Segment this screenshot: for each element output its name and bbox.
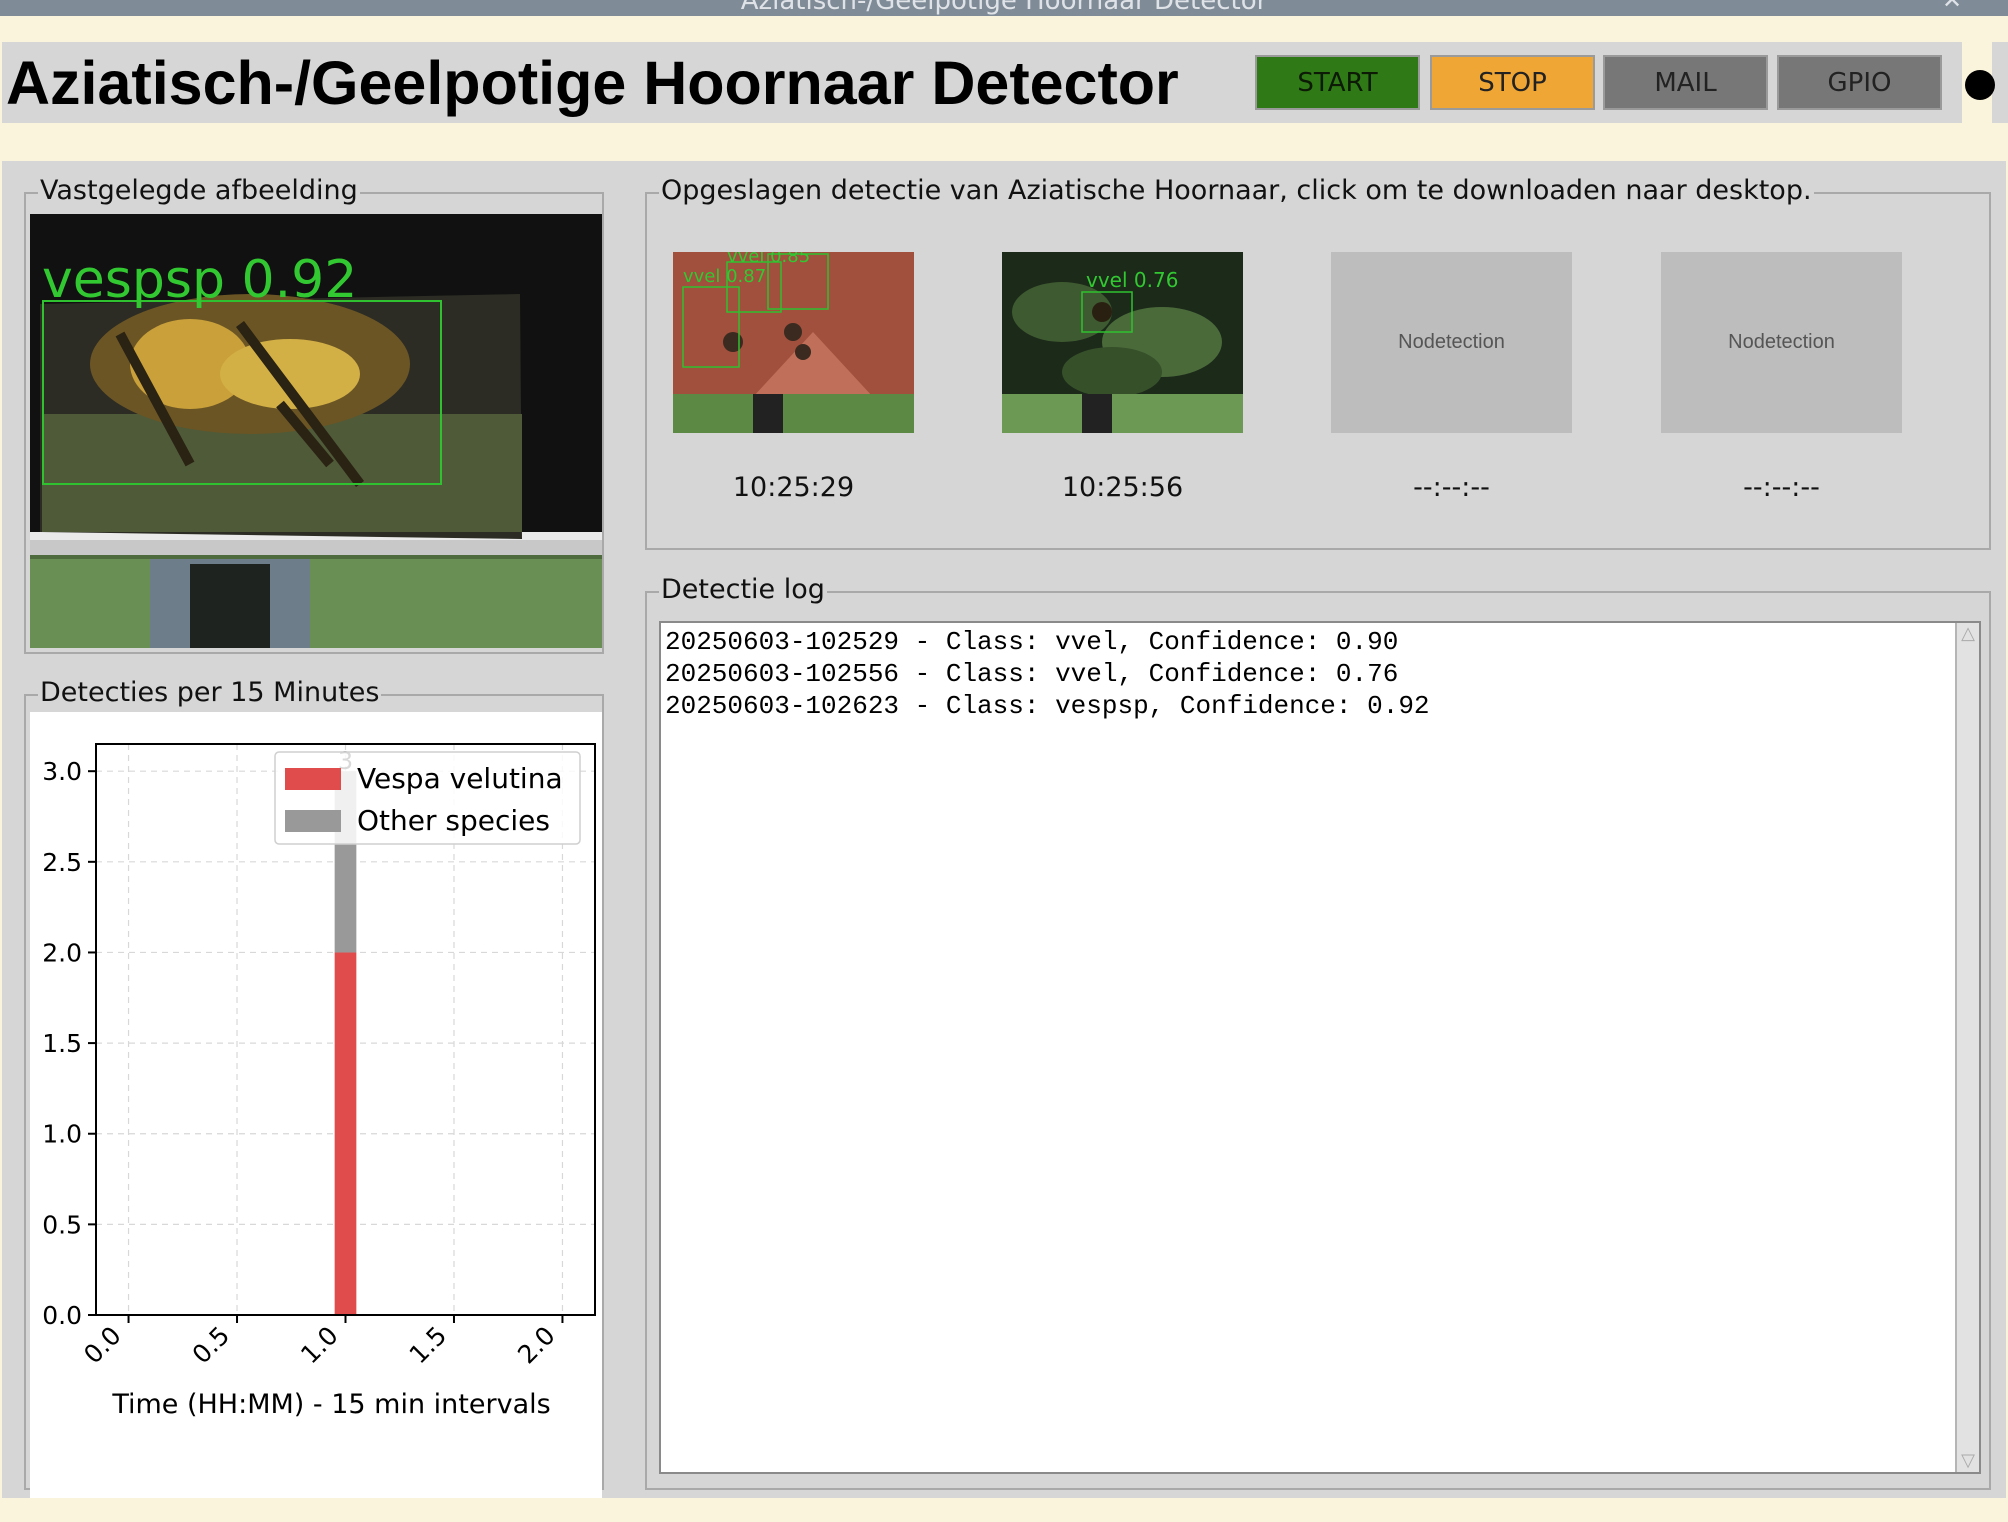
detection-log-group: Detectie log 20250603-102529 - Class: vv… <box>645 574 1991 1490</box>
main-area: Vastgelegde afbeelding vespsp 0.92 Detec… <box>2 161 2006 1500</box>
log-scrollbar[interactable]: △ ▽ <box>1955 623 1979 1472</box>
thumbnail-2-label: vvel 0.76 <box>1086 268 1179 292</box>
saved-thumbnail-1[interactable]: vvel 0.87 vvel 0.85 <box>673 252 914 433</box>
x-tick-label: 1.0 <box>295 1321 344 1370</box>
saved-time-1: 10:25:29 <box>732 472 855 503</box>
x-tick-label: 0.5 <box>187 1321 236 1370</box>
saved-detections-legend: Opgeslagen detectie van Aziatische Hoorn… <box>659 175 1814 207</box>
window-bottom <box>0 1498 2008 1522</box>
start-button[interactable]: START <box>1255 55 1420 110</box>
maximize-icon[interactable]: ⌃ <box>1890 0 1910 14</box>
legend-swatch <box>285 768 341 790</box>
window-titlebar: Aziatisch-/Geelpotige Hoornaar Detector … <box>0 0 2008 16</box>
stop-button[interactable]: STOP <box>1430 55 1595 110</box>
detection-log-legend: Detectie log <box>659 574 827 606</box>
scroll-up-icon[interactable]: △ <box>1959 623 1977 645</box>
thumbnail-1-label-b: vvel 0.85 <box>727 252 811 267</box>
log-line: 20250603-102556 - Class: vvel, Confidenc… <box>665 659 1399 689</box>
thumbnail-1-label-a: vvel 0.87 <box>683 266 767 287</box>
x-axis-label: Time (HH:MM) - 15 min intervals <box>111 1389 550 1420</box>
saved-detections-group: Opgeslagen detectie van Aziatische Hoorn… <box>645 175 1991 550</box>
x-tick-label: 0.0 <box>78 1321 127 1370</box>
captured-image-group: Vastgelegde afbeelding vespsp 0.92 <box>24 175 604 654</box>
log-line: 20250603-102623 - Class: vespsp, Confide… <box>665 691 1430 721</box>
legend-label: Other species <box>357 804 550 837</box>
x-tick-label: 1.5 <box>404 1321 453 1370</box>
close-icon[interactable]: ✕ <box>1942 0 1962 14</box>
log-lines: 20250603-102529 - Class: vvel, Confidenc… <box>665 626 1430 722</box>
detection-log-textbox[interactable]: 20250603-102529 - Class: vvel, Confidenc… <box>659 621 1981 1474</box>
app-title: Aziatisch-/Geelpotige Hoornaar Detector <box>6 49 1179 117</box>
saved-thumbnail-4[interactable]: Nodetection <box>1661 252 1902 433</box>
saved-thumbnail-3[interactable]: Nodetection <box>1331 252 1572 433</box>
bar-segment <box>334 952 357 1315</box>
detections-chart: 30.00.51.01.52.02.53.00.00.51.01.52.0Tim… <box>42 743 596 1420</box>
window-title: Aziatisch-/Geelpotige Hoornaar Detector <box>740 0 1268 16</box>
y-tick-label: 2.5 <box>42 848 82 877</box>
log-line: 20250603-102529 - Class: vvel, Confidenc… <box>665 627 1399 657</box>
y-tick-label: 0.0 <box>42 1301 82 1330</box>
captured-image-legend: Vastgelegde afbeelding <box>38 175 360 207</box>
legend-swatch <box>285 810 341 832</box>
captured-image: vespsp 0.92 <box>30 214 602 648</box>
chart-group-legend: Detecties per 15 Minutes <box>38 677 382 709</box>
x-tick-label: 2.0 <box>512 1321 561 1370</box>
y-tick-label: 2.0 <box>42 938 82 967</box>
y-tick-label: 3.0 <box>42 757 82 786</box>
saved-time-4: --:--:-- <box>1743 472 1820 503</box>
y-tick-label: 1.0 <box>42 1120 82 1149</box>
status-indicator <box>1965 70 1995 100</box>
saved-time-3: --:--:-- <box>1413 472 1490 503</box>
chart-group: Detecties per 15 Minutes 30.00.51.01.52.… <box>24 677 604 1500</box>
y-tick-label: 1.5 <box>42 1029 82 1058</box>
y-tick-label: 0.5 <box>42 1210 82 1239</box>
legend-label: Vespa velutina <box>357 762 563 795</box>
saved-time-2: 10:25:56 <box>1061 472 1184 503</box>
gpio-button[interactable]: GPIO <box>1777 55 1942 110</box>
scroll-down-icon[interactable]: ▽ <box>1959 1450 1977 1472</box>
chart-canvas: 30.00.51.01.52.02.53.00.00.51.01.52.0Tim… <box>30 712 602 1500</box>
saved-thumbnail-2[interactable]: vvel 0.76 <box>1002 252 1243 433</box>
detection-overlay-label: vespsp 0.92 <box>42 250 358 310</box>
mail-button[interactable]: MAIL <box>1603 55 1768 110</box>
header-bar: Aziatisch-/Geelpotige Hoornaar Detector … <box>2 42 1962 123</box>
